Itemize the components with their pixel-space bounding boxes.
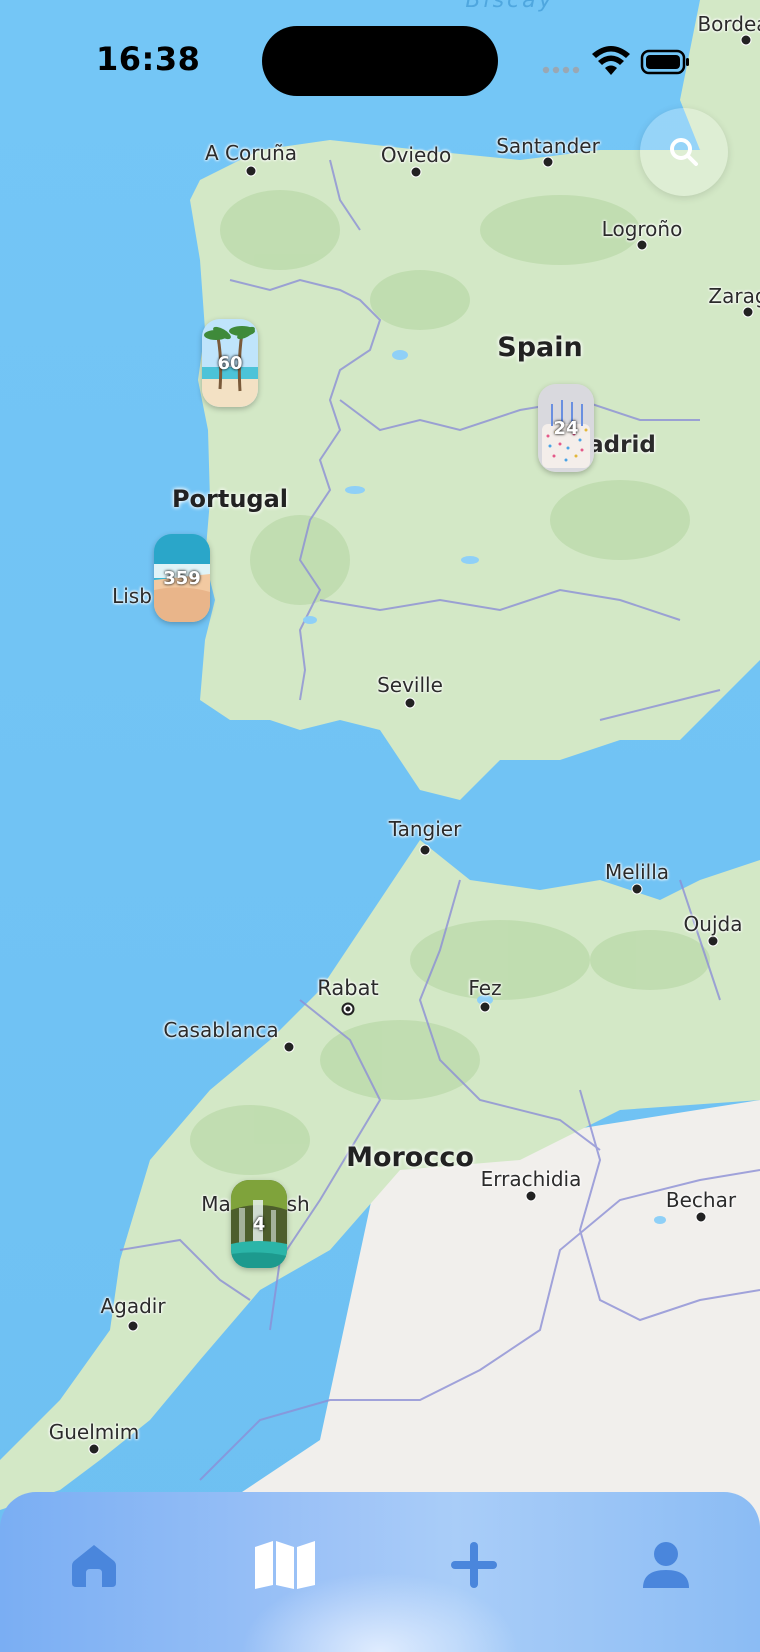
city-label-madrid: adrid	[588, 432, 656, 458]
city-label-errachidia: Errachidia	[480, 1167, 582, 1191]
city-label-bechar: Bechar	[665, 1188, 737, 1212]
city-label-santander: Santander	[496, 134, 600, 158]
city-label-casablanca: Casablanca	[163, 1018, 279, 1042]
city-dot	[542, 156, 554, 168]
marker-count: 4	[252, 1213, 266, 1235]
city-label-bordeaux: Bordea	[697, 12, 760, 36]
home-icon	[72, 1545, 116, 1587]
battery-icon	[640, 49, 689, 75]
capital-dot	[341, 1002, 355, 1016]
person-icon	[643, 1542, 689, 1588]
city-label-tangier: Tangier	[388, 817, 462, 841]
city-dot	[245, 165, 257, 177]
city-dot	[740, 34, 752, 46]
city-label-guelmim: Guelmim	[48, 1420, 140, 1444]
city-dot	[707, 935, 719, 947]
status-indicators	[542, 46, 689, 75]
city-label-melilla: Melilla	[604, 860, 670, 884]
city-dot	[525, 1190, 537, 1202]
sea-label-biscay: Biscay	[465, 0, 555, 13]
city-dot	[636, 239, 648, 251]
city-dot	[404, 697, 416, 709]
marker-count: 24	[553, 417, 579, 439]
tab-map[interactable]	[245, 1530, 325, 1600]
photo-marker-lisbon[interactable]: 359	[154, 534, 210, 622]
city-dot	[695, 1211, 707, 1223]
marker-count: 359	[163, 567, 201, 589]
photo-marker-porto[interactable]: 60	[202, 319, 258, 407]
city-label-seville: Seville	[377, 673, 443, 697]
country-label-morocco: Morocco	[346, 1142, 474, 1173]
city-dot	[742, 306, 754, 318]
dynamic-island	[262, 26, 498, 96]
city-label-logrono: Logroño	[601, 217, 683, 241]
city-label-lisbon: Lisb	[112, 584, 152, 608]
tab-home[interactable]	[54, 1530, 134, 1600]
city-dot	[631, 883, 643, 895]
wifi-icon	[592, 46, 630, 75]
search-button[interactable]	[640, 108, 728, 196]
country-label-portugal: Portugal	[171, 485, 289, 513]
cellular-signal-icon	[542, 66, 580, 74]
city-label-marrakesh: Ma	[201, 1192, 231, 1216]
city-label-rabat: Rabat	[317, 976, 379, 1000]
city-dot	[127, 1320, 139, 1332]
city-label-oujda: Oujda	[683, 912, 743, 936]
city-dot	[283, 1041, 295, 1053]
city-dot	[419, 844, 431, 856]
status-time: 16:38	[96, 40, 201, 78]
tab-add[interactable]	[434, 1530, 514, 1600]
marker-count: 60	[217, 352, 243, 374]
city-label-zaragoza: Zarag	[708, 284, 760, 308]
photo-marker-madrid[interactable]: 24	[538, 384, 594, 472]
status-icons	[542, 44, 692, 82]
country-label-spain: Spain	[497, 332, 583, 363]
tab-profile[interactable]	[626, 1530, 706, 1600]
city-label-a-coruna: A Coruña	[204, 141, 298, 165]
map-icon	[255, 1541, 315, 1589]
city-dot	[88, 1443, 100, 1455]
city-label-agadir: Agadir	[100, 1294, 166, 1318]
city-label-fez: Fez	[468, 976, 502, 1000]
search-icon	[670, 138, 698, 166]
city-label-oviedo: Oviedo	[380, 143, 452, 167]
city-dot	[479, 1001, 491, 1013]
city-dot	[410, 166, 422, 178]
photo-marker-marrakesh[interactable]: 4	[231, 1180, 287, 1268]
plus-icon	[451, 1542, 497, 1588]
